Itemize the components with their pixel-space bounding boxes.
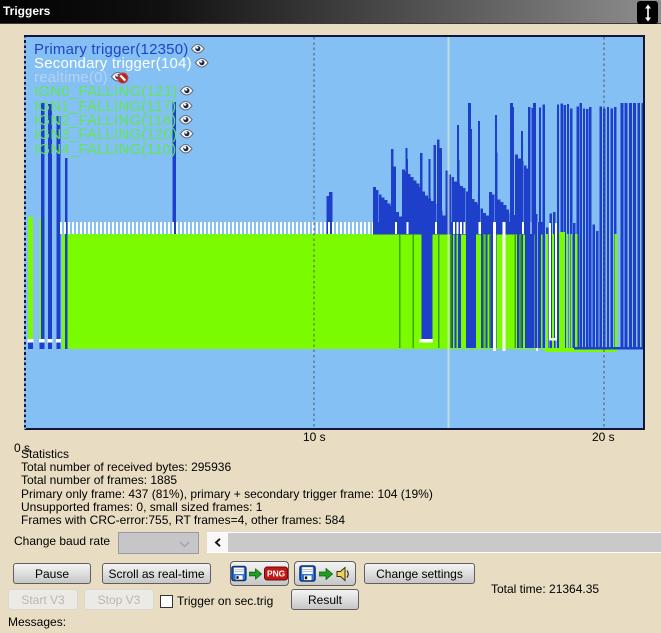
svg-text:PNG: PNG <box>267 569 285 579</box>
